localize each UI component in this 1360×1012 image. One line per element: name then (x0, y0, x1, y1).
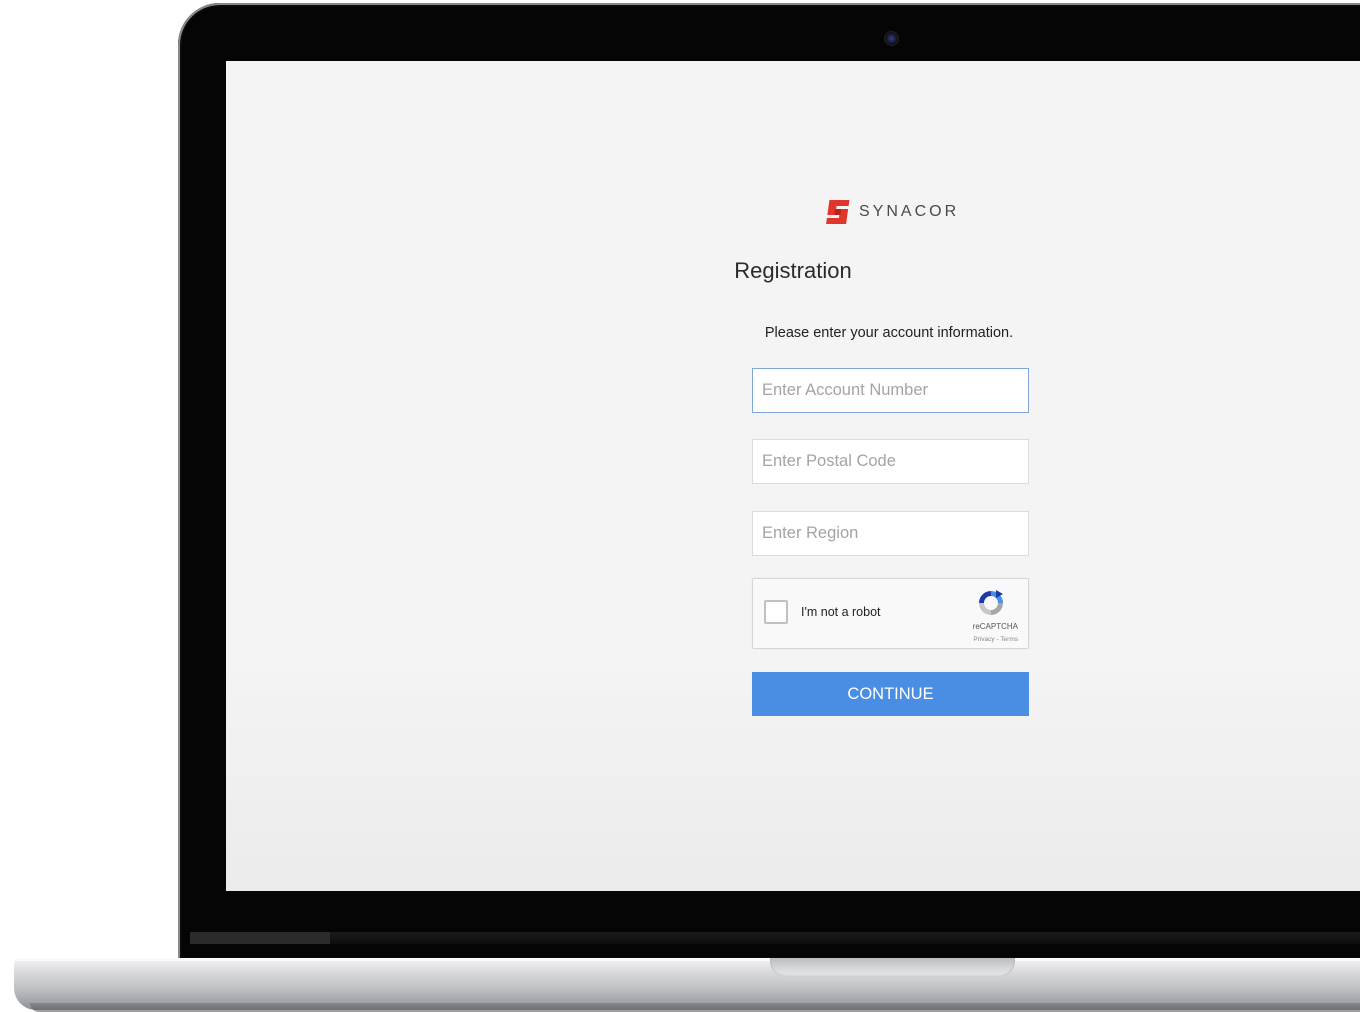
laptop-base-notch (770, 958, 1015, 977)
page-title: Registration (734, 258, 852, 283)
region-input[interactable] (752, 511, 1029, 556)
brand-name: SYNACOR (859, 203, 960, 220)
account-number-input[interactable] (752, 368, 1029, 413)
synacor-logo-icon (826, 200, 850, 224)
laptop-base-edge (14, 958, 1360, 961)
recaptcha-icon (979, 590, 1003, 615)
screen: SYNACOR Registration Please enter your a… (226, 61, 1360, 891)
bezel-bottom (190, 932, 1360, 944)
brand-header: SYNACOR (821, 196, 959, 228)
recaptcha-privacy-terms[interactable]: Privacy - Terms (973, 636, 1018, 643)
recaptcha-brand: reCAPTCHA (972, 622, 1018, 631)
recaptcha-widget: I'm not a robot reCAPTCHA Privacy - Term… (752, 578, 1029, 649)
postal-code-input[interactable] (752, 439, 1029, 484)
instructions-text: Please enter your account information. (764, 325, 1014, 341)
continue-button[interactable]: CONTINUE (752, 672, 1029, 716)
webcam (884, 31, 899, 46)
laptop-base-shadow (30, 1003, 1360, 1012)
recaptcha-checkbox[interactable] (764, 600, 788, 624)
bezel-bottom-left (190, 932, 330, 944)
laptop-mockup: SYNACOR Registration Please enter your a… (0, 0, 1360, 1012)
recaptcha-label: I'm not a robot (801, 605, 881, 619)
